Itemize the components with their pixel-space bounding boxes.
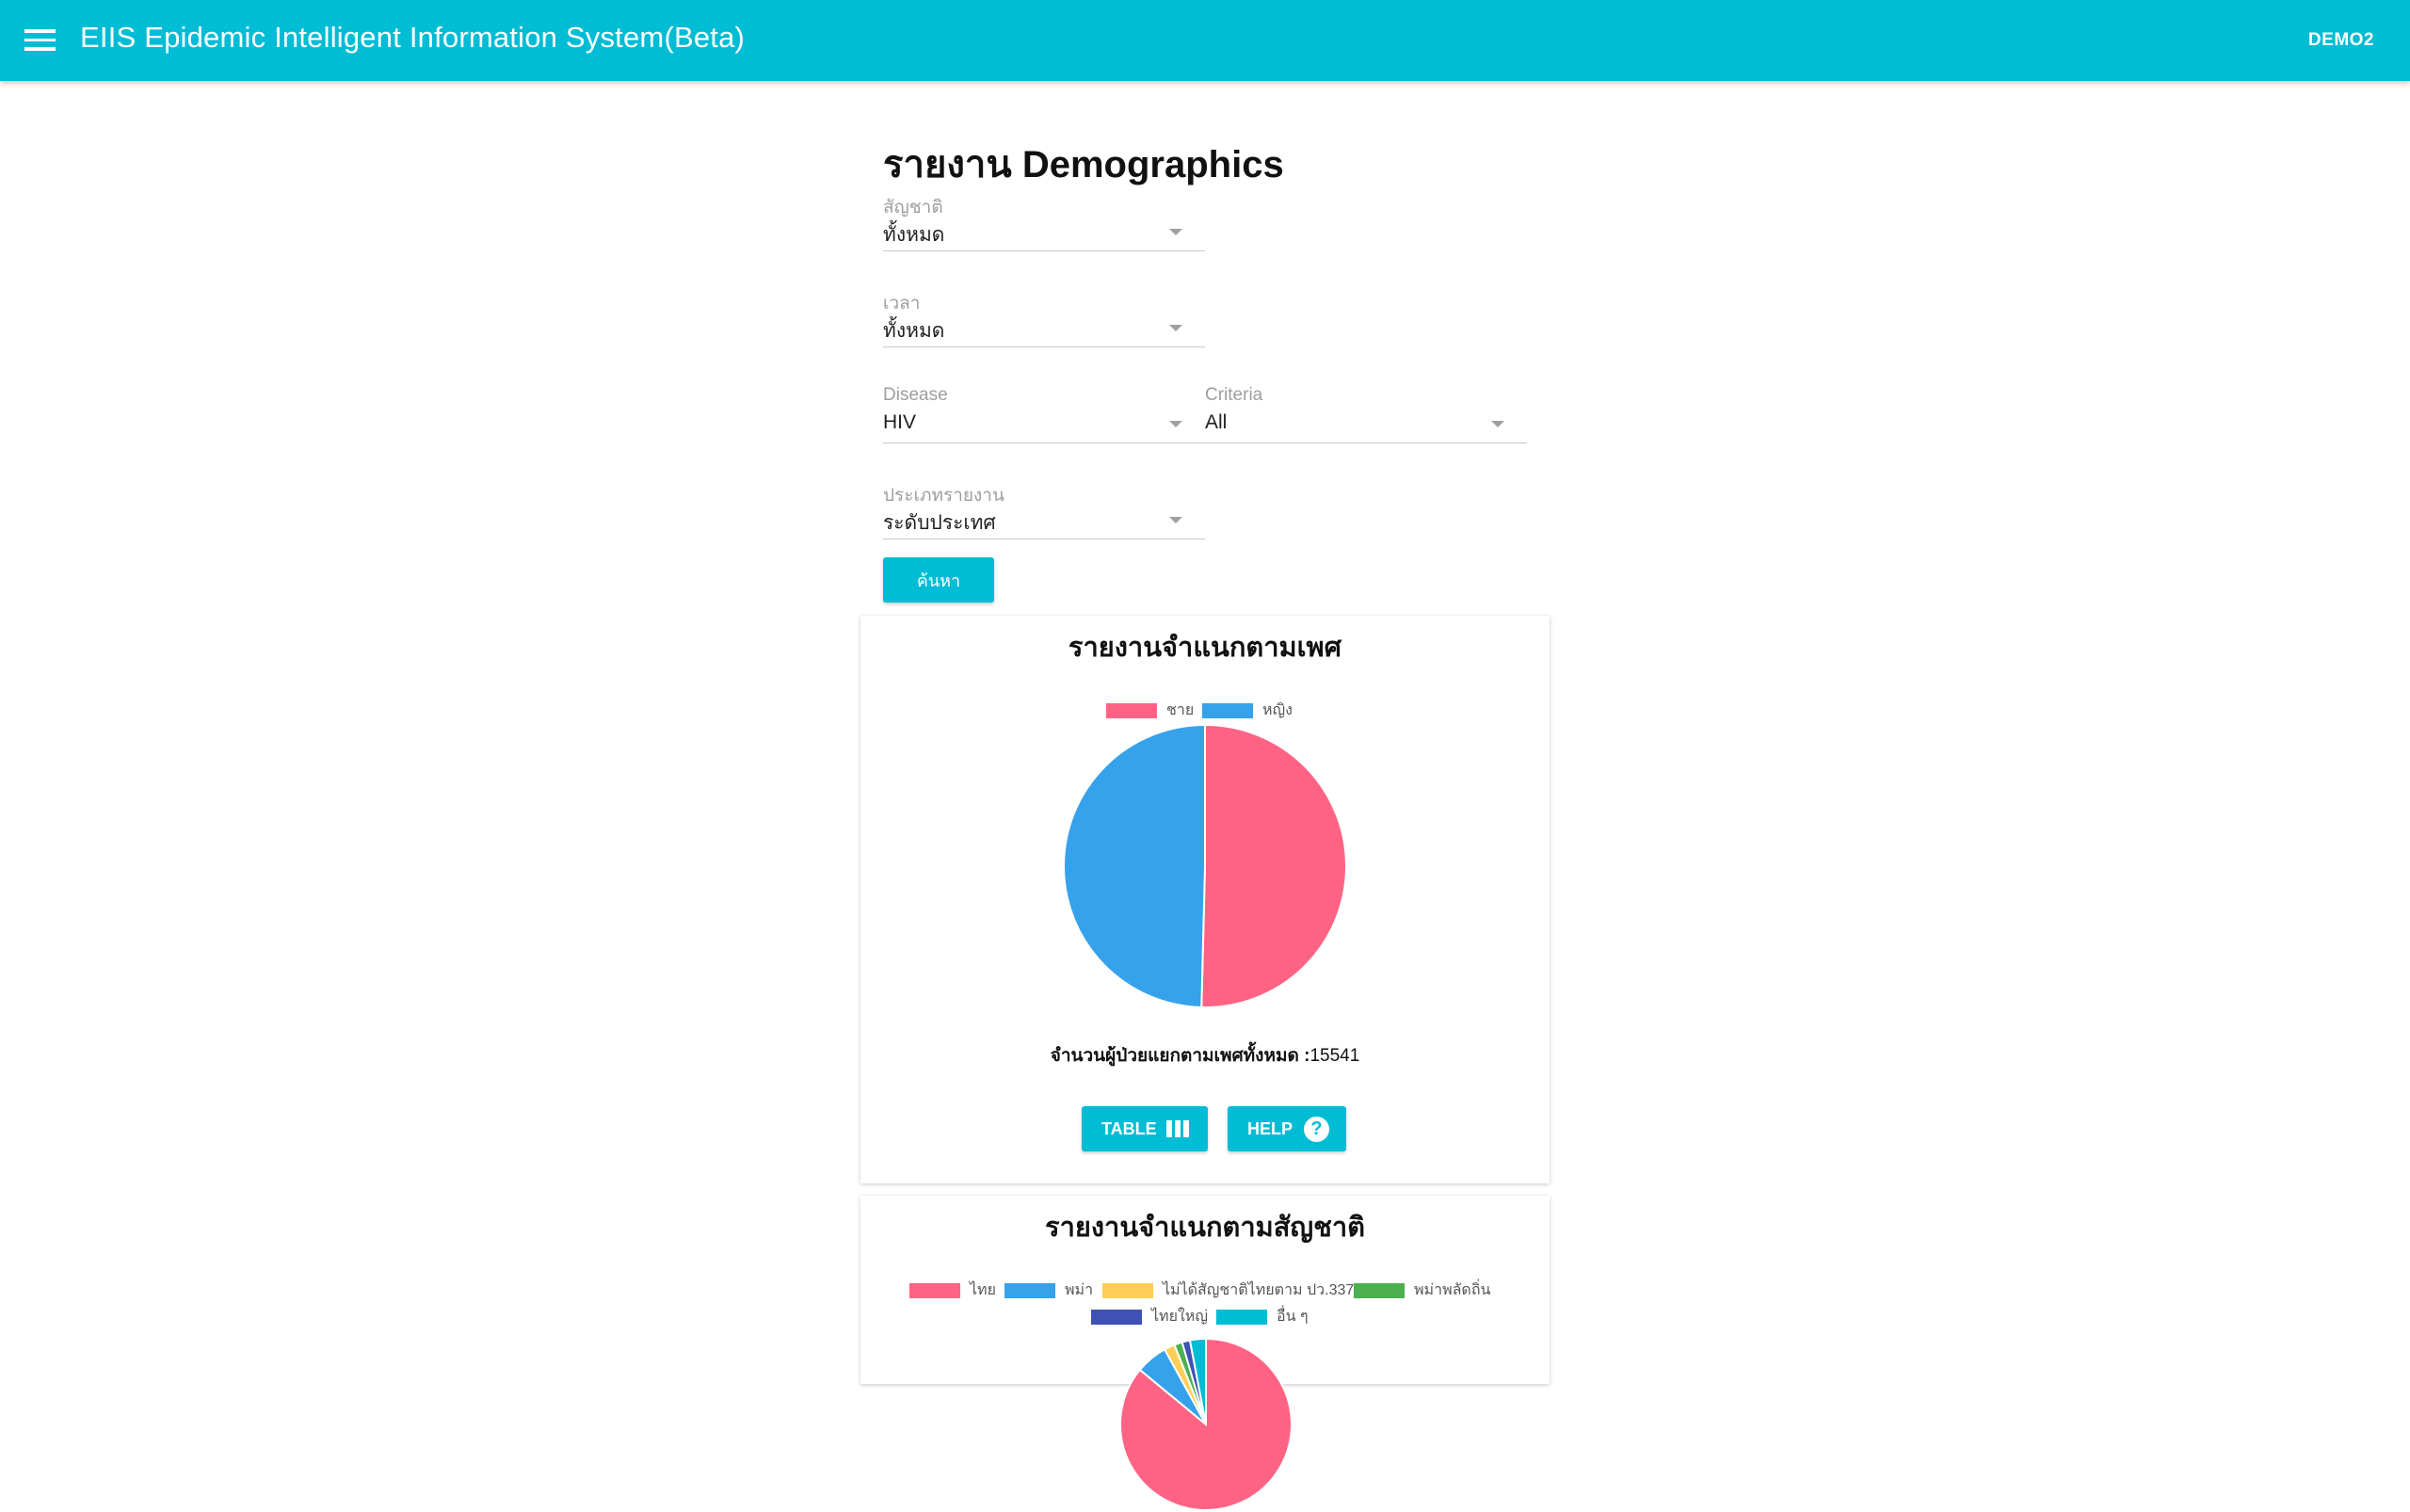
field-value: ทั้งหมด [883, 320, 945, 342]
app-bar: EIIS Epidemic Intelligent Information Sy… [0, 0, 2410, 81]
field-underline [883, 346, 1205, 347]
help-icon: ? [1304, 1117, 1329, 1142]
dropdown-arrow-icon [1491, 421, 1504, 427]
card-title: รายงานจำแนกตามเพศ [1068, 633, 1342, 663]
nationality-pie-chart [1119, 1337, 1293, 1511]
legend-item[interactable]: พม่า [1004, 1279, 1094, 1298]
legend-label: พม่า [1065, 1282, 1094, 1298]
field-label: ประเภทรายงาน [883, 486, 1004, 506]
legend-swatch [1106, 702, 1157, 718]
legend-item[interactable]: หญิง [1202, 699, 1293, 718]
card-title: รายงานจำแนกตามสัญชาติ [1045, 1213, 1365, 1243]
menu-icon[interactable] [24, 29, 56, 52]
legend-label: ไม่ได้สัญชาติไทยตาม ปว.337 [1163, 1282, 1355, 1298]
legend-swatch [1004, 1282, 1055, 1298]
legend-swatch [1091, 1309, 1142, 1325]
gender-pie-chart [1062, 723, 1347, 1008]
field-label: เวลา [883, 294, 921, 314]
total-value: 15541 [1309, 1046, 1360, 1066]
dropdown-arrow-icon [1169, 517, 1182, 523]
legend-swatch [1354, 1282, 1405, 1298]
legend-swatch [1102, 1282, 1153, 1298]
search-button[interactable]: ค้นหา [883, 557, 994, 603]
dropdown-arrow-icon [1169, 421, 1182, 427]
dropdown-arrow-icon [1169, 229, 1182, 235]
legend-label: ชาย [1166, 702, 1195, 718]
field-value: HIV [883, 411, 917, 433]
help-button-label: HELP [1247, 1119, 1293, 1138]
app-title: EIIS Epidemic Intelligent Information Sy… [80, 21, 746, 54]
table-button[interactable]: TABLE [1082, 1106, 1208, 1151]
field-underline [883, 442, 1205, 443]
legend-swatch [1216, 1309, 1267, 1325]
field-value: ทั้งหมด [883, 224, 945, 246]
table-button-label: TABLE [1101, 1119, 1157, 1138]
legend-label: ไทย [970, 1282, 996, 1298]
gender-report-card: รายงานจำแนกตามเพศ ชาย หญิง จำนวนผู้ป่วยแ… [860, 616, 1550, 1183]
page-title: รายงาน Demographics [883, 144, 1284, 185]
legend-swatch [909, 1282, 960, 1298]
legend-item[interactable]: ไม่ได้สัญชาติไทยตาม ปว.337 [1102, 1279, 1355, 1298]
pie-slice-1[interactable] [1200, 723, 1347, 1008]
legend-swatch [1202, 702, 1253, 718]
view-column-icon [1166, 1120, 1189, 1137]
field-value: All [1205, 411, 1228, 433]
pie-slice-2[interactable] [1062, 723, 1206, 1008]
total-patients-text: จำนวนผู้ป่วยแยกตามเพศทั้งหมด :15541 [860, 1041, 1550, 1070]
legend-label: ไทยใหญ่ [1151, 1309, 1208, 1325]
legend-label: หญิง [1262, 702, 1293, 718]
field-label: Criteria [1205, 385, 1263, 405]
field-label: สัญชาติ [883, 198, 943, 217]
nationality-report-card: รายงานจำแนกตามสัญชาติ ไทย พม่า ไม่ได้สัญ… [860, 1196, 1550, 1511]
field-value: ระดับประเทศ [883, 512, 996, 534]
dropdown-arrow-icon [1169, 325, 1182, 331]
legend-item[interactable]: ไทย [909, 1279, 996, 1298]
legend-item[interactable]: พม่าพลัดถิ่น [1354, 1279, 1491, 1298]
legend-label: อื่น ๆ [1277, 1309, 1309, 1325]
field-underline [883, 250, 1205, 251]
field-label: Disease [883, 385, 948, 405]
legend-item[interactable]: ไทยใหญ่ [1091, 1305, 1208, 1325]
total-label: จำนวนผู้ป่วยแยกตามเพศทั้งหมด : [1050, 1046, 1310, 1066]
field-underline [1205, 442, 1527, 443]
help-button[interactable]: HELP ? [1228, 1106, 1346, 1151]
user-menu[interactable]: DEMO2 [2308, 30, 2374, 51]
legend-label: พม่าพลัดถิ่น [1414, 1282, 1491, 1298]
legend-item[interactable]: ชาย [1106, 699, 1195, 718]
legend-item[interactable]: อื่น ๆ [1216, 1305, 1309, 1325]
